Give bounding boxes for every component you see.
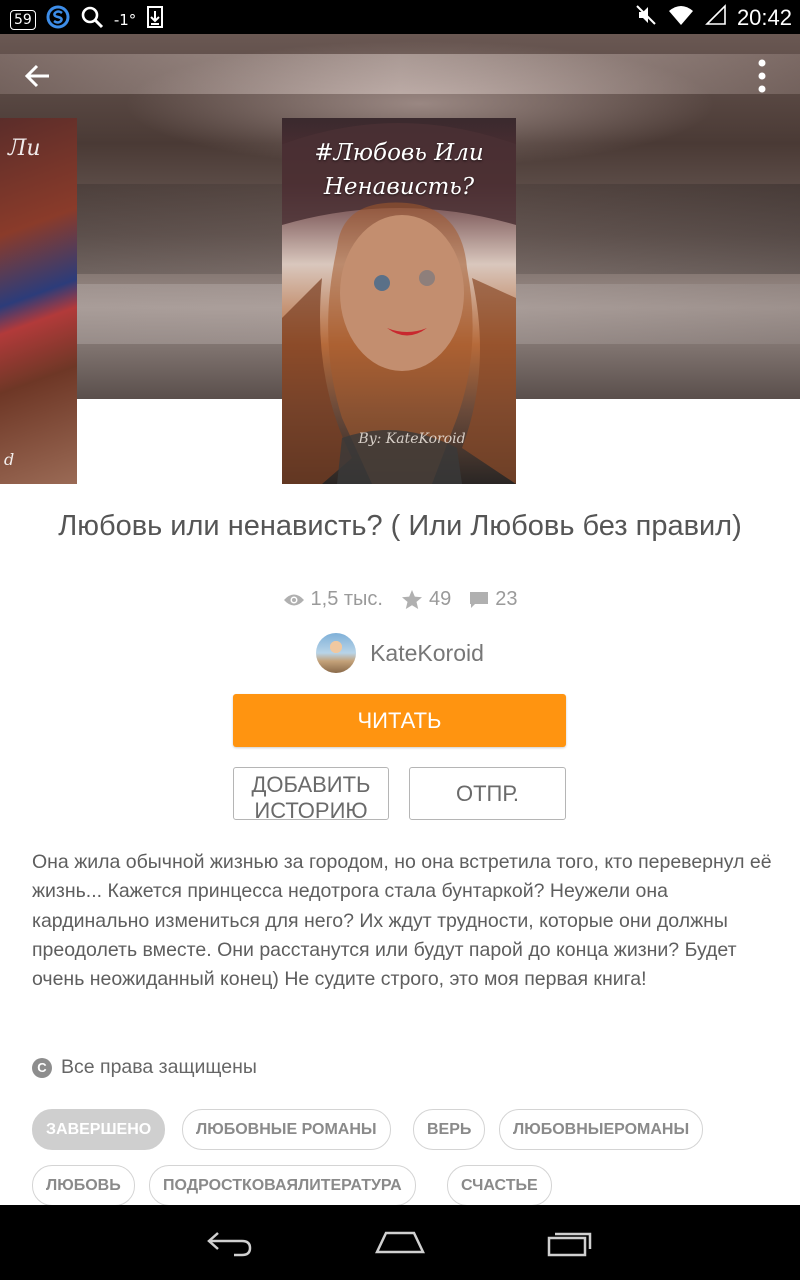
book-cover[interactable]: #Любовь Или Ненависть? By: KateKoroid — [282, 118, 516, 484]
cover-title-text: #Любовь Или Ненависть? — [314, 140, 484, 200]
banner-stripe — [0, 54, 800, 94]
nav-home-icon — [375, 1231, 425, 1254]
tag-chip-completed[interactable]: ЗАВЕРШЕНО — [32, 1109, 166, 1150]
book-description: Она жила обычной жизнью за городом, но о… — [32, 851, 772, 991]
nav-back-button[interactable] — [200, 1223, 260, 1263]
copyright-row: C Все права защищены — [32, 1056, 257, 1079]
signal-icon — [705, 4, 727, 31]
copyright-icon: C — [32, 1057, 52, 1078]
views-stat: 1,5 тыс. — [283, 588, 383, 611]
eye-icon — [283, 594, 304, 605]
avatar[interactable] — [316, 633, 357, 673]
back-button[interactable] — [18, 56, 58, 96]
send-button[interactable]: ОТПР. — [409, 767, 566, 820]
read-button[interactable]: ЧИТАТЬ — [233, 694, 566, 747]
arrow-left-icon — [24, 64, 49, 88]
tag-chip[interactable]: ЛЮБОВНЫЕ РОМАНЫ — [182, 1109, 391, 1150]
author-row[interactable]: KateKoroid — [0, 633, 800, 673]
copyright-text: Все права защищены — [61, 1056, 257, 1078]
more-options-button[interactable] — [744, 56, 780, 96]
status-bar: 59 -1° 20:42 — [0, 0, 800, 34]
previous-book-cover[interactable]: Ли d — [0, 118, 77, 484]
clock: 20:42 — [736, 4, 792, 30]
views-count: 1,5 тыс. — [310, 588, 383, 610]
star-icon — [401, 589, 422, 609]
book-title: Любовь или ненависть? ( Или Любовь без п… — [58, 510, 742, 542]
status-bar-left: 59 -1° — [10, 5, 164, 34]
tag-chip[interactable]: ЛЮБОВЬ — [32, 1165, 135, 1206]
search-icon — [80, 5, 104, 34]
tag-chip[interactable]: ПОДРОСТКОВАЯЛИТЕРАТУРА — [149, 1165, 416, 1206]
votes-count: 49 — [428, 588, 452, 610]
comments-stat: 23 — [469, 588, 517, 611]
cover-author-text: By: KateKoroid — [358, 431, 466, 447]
more-vertical-icon — [758, 59, 766, 93]
temperature-text: -1° — [113, 10, 137, 29]
author-name[interactable]: KateKoroid — [370, 640, 484, 667]
votes-stat: 49 — [401, 588, 451, 611]
nav-recents-button[interactable] — [540, 1223, 600, 1263]
tag-chip[interactable]: ЛЮБОВНЫЕРОМАНЫ — [499, 1109, 704, 1150]
tag-chip[interactable]: ВЕРЬ — [413, 1109, 486, 1150]
notification-badge-icon: 59 — [10, 9, 36, 30]
s-app-icon — [46, 5, 70, 34]
nav-recents-icon — [547, 1232, 592, 1257]
cover-prev-text-bottom: d — [4, 450, 15, 469]
download-icon — [146, 6, 164, 33]
wifi-icon — [667, 4, 695, 31]
mute-icon — [635, 3, 657, 32]
system-navigation-bar — [0, 1205, 800, 1280]
comment-icon — [470, 591, 489, 608]
tag-chip[interactable]: СЧАСТЬЕ — [447, 1165, 552, 1206]
cover-prev-text-top: Ли — [8, 136, 41, 161]
nav-home-button[interactable] — [370, 1223, 430, 1263]
comments-count: 23 — [495, 588, 518, 610]
nav-back-icon — [207, 1232, 252, 1257]
add-story-button[interactable]: ДОБАВИТЬ ИСТОРИЮ — [233, 767, 389, 820]
status-bar-right: 20:42 — [635, 3, 792, 32]
book-stats: 1,5 тыс. 49 23 — [0, 588, 800, 611]
